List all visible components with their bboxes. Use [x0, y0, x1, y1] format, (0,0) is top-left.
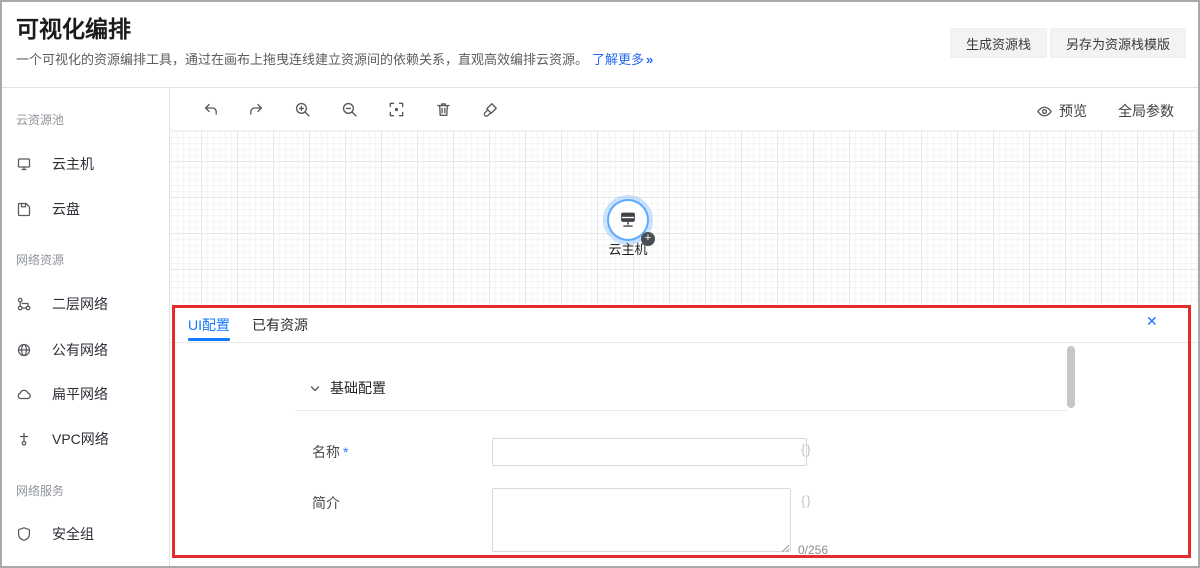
flat-network-icon: [16, 386, 32, 402]
redo-icon: [248, 101, 265, 118]
name-field-label: 名称*: [312, 442, 348, 462]
header-divider: [2, 87, 1198, 88]
sidebar-item-label: 云盘: [52, 199, 80, 219]
preview-label: 预览: [1059, 101, 1087, 121]
vpc-network-icon: [16, 431, 32, 447]
active-tab-underline: [188, 338, 230, 341]
name-expression-icon[interactable]: {}: [801, 442, 812, 457]
sidebar-item-cloud-host[interactable]: 云主机: [16, 152, 94, 176]
delete-button[interactable]: [429, 95, 457, 123]
fit-view-icon: [388, 101, 405, 118]
cloud-host-icon: [16, 156, 32, 172]
section-label-network-services: 网络服务: [16, 482, 64, 499]
eye-icon: [1036, 103, 1053, 120]
sidebar-item-public-network[interactable]: 公有网络: [16, 338, 108, 362]
global-params-label: 全局参数: [1118, 101, 1174, 121]
sidebar-item-security-group[interactable]: 安全组: [16, 522, 94, 546]
visual-orchestration-page: 可视化编排 一个可视化的资源编排工具，通过在画布上拖曳连线建立资源间的依赖关系，…: [0, 0, 1200, 568]
save-as-template-button[interactable]: 另存为资源栈模版: [1050, 28, 1186, 58]
page-title: 可视化编排: [16, 10, 131, 44]
node-add-link-badge[interactable]: +: [641, 232, 655, 246]
chevron-down-icon[interactable]: [309, 383, 321, 395]
section-divider: [295, 410, 1067, 411]
required-asterisk: *: [343, 444, 348, 460]
resource-palette-sidebar: 云资源池 云主机 云盘 网络资源 二层网络 公有网络: [2, 88, 170, 566]
basic-config-section-title[interactable]: 基础配置: [330, 378, 386, 398]
tabs-divider: [170, 342, 1200, 343]
node-config-panel: UI配置 已有资源 ✕ 基础配置 名称* {} 简介 {} 0/256: [170, 305, 1200, 558]
sidebar-item-label: 二层网络: [52, 294, 108, 314]
tab-existing-resources[interactable]: 已有资源: [252, 315, 308, 335]
page-subtitle: 一个可视化的资源编排工具，通过在画布上拖曳连线建立资源间的依赖关系，直观高效编排…: [16, 49, 653, 68]
layer2-network-icon: [16, 296, 32, 312]
zoom-in-button[interactable]: [288, 95, 316, 123]
name-input[interactable]: [492, 438, 807, 466]
sidebar-item-label: VPC网络: [52, 429, 109, 449]
close-icon[interactable]: ✕: [1146, 313, 1158, 330]
generate-stack-button[interactable]: 生成资源栈: [950, 28, 1047, 58]
zoom-out-button[interactable]: [335, 95, 363, 123]
tab-ui-config[interactable]: UI配置: [188, 315, 230, 335]
double-arrow-icon: »: [646, 52, 653, 67]
fit-view-button[interactable]: [382, 95, 410, 123]
cloud-host-node[interactable]: [609, 201, 647, 239]
sidebar-item-layer2-network[interactable]: 二层网络: [16, 292, 108, 316]
cloud-disk-icon: [16, 201, 32, 217]
sidebar-item-cloud-disk[interactable]: 云盘: [16, 197, 80, 221]
section-label-cloud-pool: 云资源池: [16, 111, 64, 128]
sidebar-item-label: 公有网络: [52, 340, 108, 360]
global-params-button[interactable]: 全局参数: [1118, 101, 1174, 121]
section-label-network-resources: 网络资源: [16, 251, 64, 268]
description-field-label: 简介: [312, 493, 340, 513]
clear-canvas-button[interactable]: [476, 95, 504, 123]
sidebar-item-label: 扁平网络: [52, 384, 108, 404]
node-label: 云主机: [586, 239, 670, 258]
sidebar-item-flat-network[interactable]: 扁平网络: [16, 382, 108, 406]
clear-icon: [482, 101, 499, 118]
panel-scrollbar[interactable]: [1067, 346, 1075, 408]
sidebar-item-label: 云主机: [52, 154, 94, 174]
undo-button[interactable]: [196, 95, 224, 123]
description-textarea[interactable]: [492, 488, 791, 552]
public-network-icon: [16, 342, 32, 358]
char-counter: 0/256: [798, 543, 828, 557]
preview-button[interactable]: 预览: [1036, 101, 1087, 121]
subtitle-text: 一个可视化的资源编排工具，通过在画布上拖曳连线建立资源间的依赖关系，直观高效编排…: [16, 52, 588, 67]
sidebar-item-label: 安全组: [52, 524, 94, 544]
zoom-in-icon: [294, 101, 311, 118]
sidebar-item-vpc-network[interactable]: VPC网络: [16, 427, 109, 451]
zoom-out-icon: [341, 101, 358, 118]
undo-icon: [202, 101, 219, 118]
delete-icon: [435, 101, 452, 118]
learn-more-link[interactable]: 了解更多: [592, 52, 644, 67]
description-expression-icon[interactable]: {}: [801, 493, 812, 508]
redo-button[interactable]: [242, 95, 270, 123]
security-group-icon: [16, 526, 32, 542]
cloud-host-node-icon: [617, 209, 639, 231]
